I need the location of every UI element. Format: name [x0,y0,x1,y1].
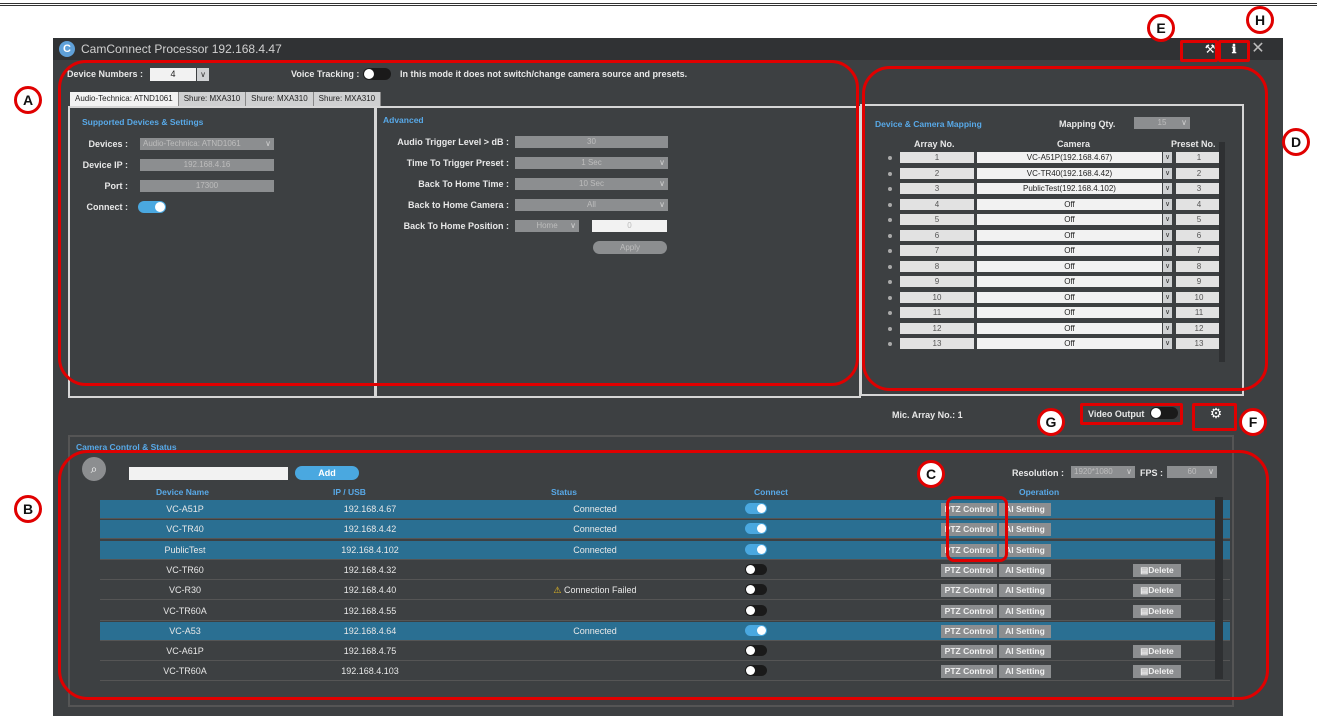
mic-array-label: Mic. Array No.: 1 [892,410,963,420]
marker-c: C [917,460,945,488]
marker-h: H [1246,6,1274,34]
annotation-box-g [1080,403,1183,425]
marker-b: B [14,495,42,523]
annotation-box-e [1180,40,1218,62]
window-title: CamConnect Processor 192.168.4.47 [81,42,282,56]
top-border-line [0,0,1317,6]
app-logo-icon: C [59,41,75,57]
annotation-box-b [58,450,1269,700]
annotation-box-c [946,496,1008,562]
marker-a: A [14,86,42,114]
marker-f: F [1239,408,1267,436]
title-bar: C CamConnect Processor 192.168.4.47 ⚒ ℹ … [53,38,1283,60]
marker-d: D [1282,128,1310,156]
marker-e: E [1147,14,1175,42]
marker-g: G [1037,408,1065,436]
annotation-box-f [1192,403,1237,431]
close-icon[interactable]: ✕ [1249,40,1267,58]
annotation-box-d [862,66,1268,391]
annotation-box-h [1218,40,1250,62]
annotation-box-a [58,60,859,386]
